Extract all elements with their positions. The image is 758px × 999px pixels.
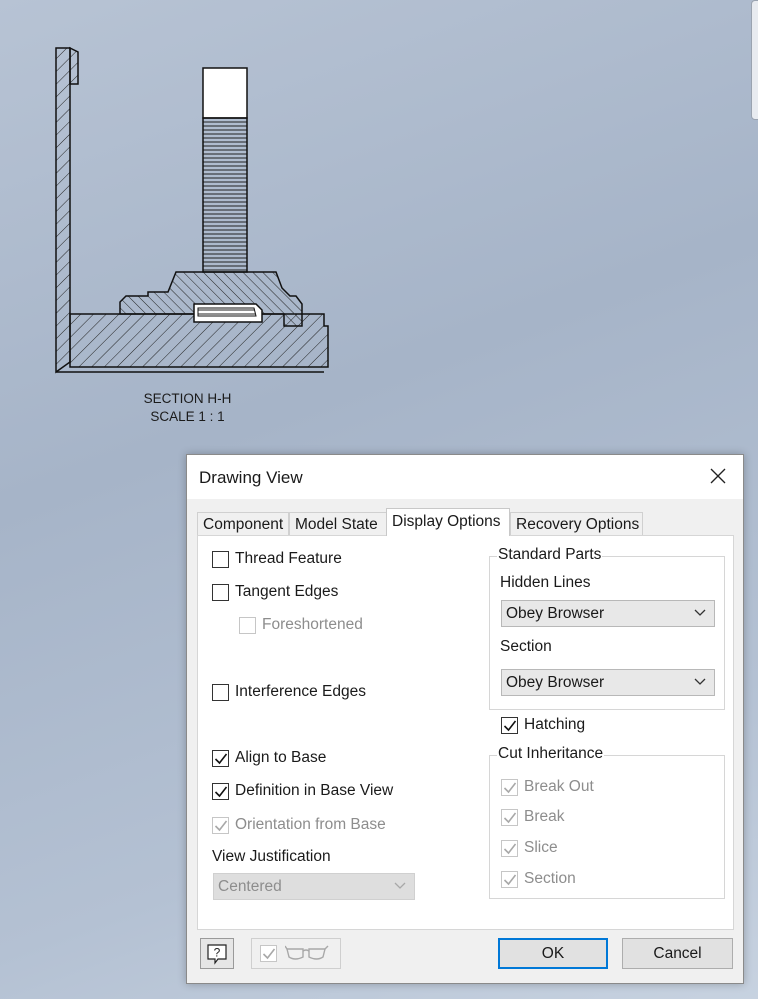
break-checkbox[interactable] (501, 808, 518, 826)
tab-model-state[interactable]: Model State (289, 512, 387, 535)
orientation-from-base-option[interactable]: Orientation from Base (212, 816, 386, 834)
help-button[interactable]: ? (200, 938, 234, 969)
slice-checkbox[interactable] (501, 839, 518, 857)
checkmark-icon (503, 812, 517, 823)
close-icon (710, 468, 726, 484)
slice-option[interactable]: Slice (501, 839, 558, 857)
section-inherit-option[interactable]: Section (501, 870, 576, 888)
tab-component[interactable]: Component (197, 512, 289, 535)
tab-recovery-options[interactable]: Recovery Options (510, 512, 643, 535)
view-justification-value: Centered (218, 878, 282, 895)
ok-button[interactable]: OK (498, 938, 608, 969)
thread-feature-option[interactable]: Thread Feature (212, 550, 342, 568)
interference-edges-label: Interference Edges (235, 683, 366, 700)
dialog-titlebar[interactable]: Drawing View (187, 455, 743, 499)
checkmark-icon (503, 843, 517, 854)
cut-inheritance-group: Cut Inheritance Break Out Break Slice Se… (489, 745, 725, 899)
display-options-panel: Thread Feature Tangent Edges Foreshorten… (197, 535, 734, 930)
interference-edges-checkbox[interactable] (212, 683, 229, 701)
hidden-lines-label: Hidden Lines (500, 574, 591, 591)
section-label: Section (500, 638, 552, 655)
checkmark-icon (503, 874, 517, 885)
break-out-option[interactable]: Break Out (501, 778, 594, 796)
section-caption: SECTION H-H SCALE 1 : 1 (120, 390, 255, 426)
section-inherit-label: Section (524, 870, 576, 887)
tangent-edges-checkbox[interactable] (212, 583, 229, 601)
foreshortened-checkbox[interactable] (239, 616, 256, 634)
cancel-button[interactable]: Cancel (622, 938, 733, 969)
section-scale: SCALE 1 : 1 (150, 409, 225, 424)
checkmark-icon (214, 820, 228, 831)
help-icon: ? (207, 944, 227, 965)
foreshortened-option[interactable]: Foreshortened (239, 616, 363, 634)
section-view-drawing (55, 46, 329, 374)
close-button[interactable] (693, 455, 743, 499)
thread-feature-checkbox[interactable] (212, 550, 229, 568)
orientation-from-base-checkbox[interactable] (212, 816, 229, 834)
tangent-edges-label: Tangent Edges (235, 583, 339, 600)
canvas-scrollbar[interactable] (751, 0, 758, 120)
align-to-base-option[interactable]: Align to Base (212, 749, 326, 767)
hatching-label: Hatching (524, 716, 586, 733)
hatching-option[interactable]: Hatching (501, 716, 585, 734)
section-title: SECTION H-H (143, 391, 232, 406)
glasses-icon (285, 945, 329, 960)
definition-in-base-view-checkbox[interactable] (212, 782, 229, 800)
align-to-base-label: Align to Base (235, 749, 327, 766)
foreshortened-label: Foreshortened (262, 616, 363, 633)
hidden-lines-value: Obey Browser (506, 605, 605, 622)
break-option[interactable]: Break (501, 808, 565, 826)
slice-label: Slice (524, 839, 558, 856)
definition-in-base-view-option[interactable]: Definition in Base View (212, 782, 393, 800)
align-to-base-checkbox[interactable] (212, 749, 229, 767)
section-inherit-checkbox[interactable] (501, 870, 518, 888)
svg-text:?: ? (214, 946, 221, 960)
thread-feature-label: Thread Feature (235, 550, 342, 567)
section-value: Obey Browser (506, 674, 605, 691)
dialog-title: Drawing View (199, 468, 303, 487)
checkmark-icon (503, 782, 517, 793)
section-select[interactable]: Obey Browser (501, 669, 715, 696)
chevron-down-icon (694, 609, 706, 616)
break-out-checkbox[interactable] (501, 778, 518, 796)
view-justification-select[interactable]: Centered (213, 873, 415, 900)
checkmark-icon (214, 753, 228, 764)
checkmark-icon (262, 948, 276, 960)
hidden-lines-select[interactable]: Obey Browser (501, 600, 715, 627)
tab-display-options[interactable]: Display Options (386, 508, 510, 536)
standard-parts-title: Standard Parts (497, 546, 603, 564)
chevron-down-icon (694, 678, 706, 685)
preview-toggle[interactable] (251, 938, 341, 969)
tangent-edges-option[interactable]: Tangent Edges (212, 583, 338, 601)
interference-edges-option[interactable]: Interference Edges (212, 683, 366, 701)
hatching-checkbox[interactable] (501, 716, 518, 734)
chevron-down-icon (394, 882, 406, 889)
checkmark-icon (503, 720, 517, 731)
definition-in-base-view-label: Definition in Base View (235, 782, 394, 799)
standard-parts-group: Standard Parts Hidden Lines Obey Browser… (489, 546, 725, 710)
orientation-from-base-label: Orientation from Base (235, 816, 386, 833)
checkmark-icon (214, 786, 228, 797)
break-out-label: Break Out (524, 778, 594, 795)
drawing-view-dialog: Drawing View Component Model State Displ… (186, 454, 744, 984)
view-justification-label: View Justification (212, 848, 331, 865)
preview-checkbox[interactable] (260, 945, 277, 962)
break-label: Break (524, 808, 565, 825)
cut-inheritance-title: Cut Inheritance (497, 745, 605, 763)
